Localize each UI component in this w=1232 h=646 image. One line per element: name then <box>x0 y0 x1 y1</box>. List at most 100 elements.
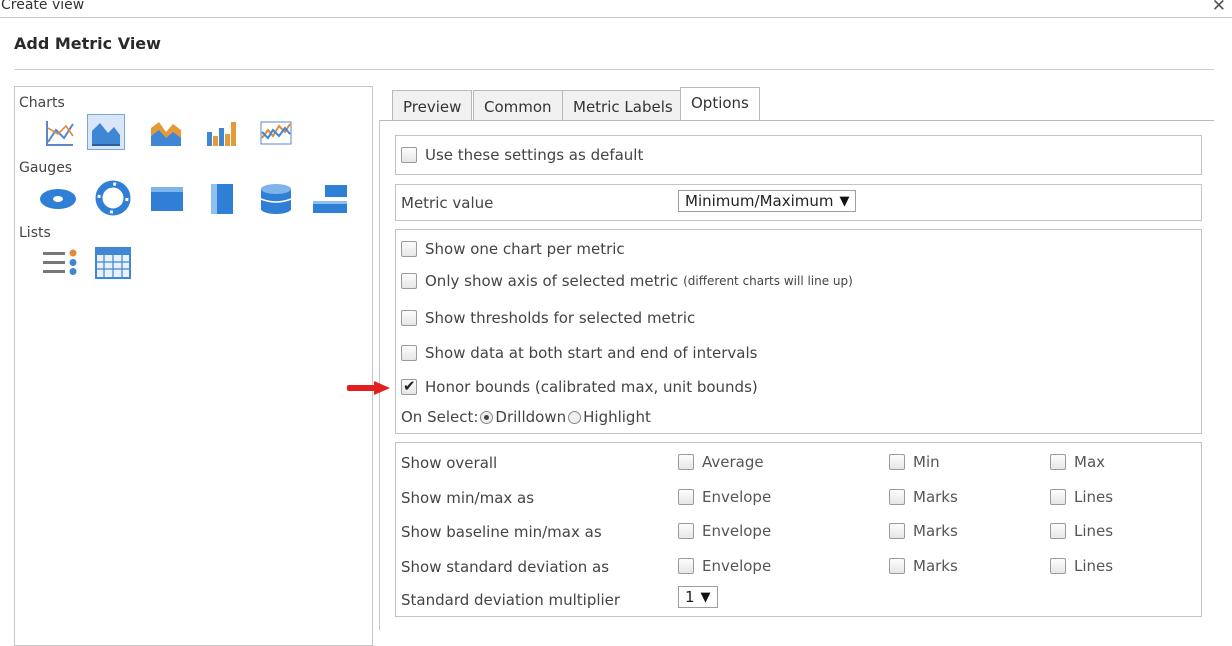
stddev-envelope-option[interactable]: Envelope <box>678 557 771 575</box>
start-end-intervals-checkbox[interactable] <box>401 345 417 361</box>
grid-row-label: Show overall <box>401 454 498 472</box>
ring-gauge-icon[interactable] <box>94 180 132 216</box>
baseline-lines-option[interactable]: Lines <box>1050 522 1113 540</box>
baseline-marks-checkbox[interactable] <box>889 523 905 539</box>
use-default-row[interactable]: Use these settings as default <box>401 146 643 164</box>
check-row[interactable]: Show one chart per metric <box>401 240 625 258</box>
close-icon[interactable]: ✕ <box>1212 0 1226 16</box>
max-checkbox[interactable] <box>1050 454 1066 470</box>
view-type-panel: Charts Gauges Lists <box>14 86 373 646</box>
check-note: (different charts will line up) <box>683 274 853 288</box>
thresholds-checkbox[interactable] <box>401 310 417 326</box>
default-settings-box: Use these settings as default <box>395 135 1202 175</box>
selected-axis-checkbox[interactable] <box>401 273 417 289</box>
option-label: Min <box>913 453 940 471</box>
option-label: Lines <box>1074 557 1114 575</box>
stddev-marks-option[interactable]: Marks <box>889 557 958 575</box>
charts-section-label: Charts <box>19 95 65 111</box>
average-checkbox[interactable] <box>678 454 694 470</box>
option-label: Envelope <box>702 557 772 575</box>
stddev-lines-checkbox[interactable] <box>1050 558 1066 574</box>
drilldown-label: Drilldown <box>495 408 567 426</box>
option-label: Marks <box>913 557 958 575</box>
dialog-heading: Add Metric View <box>14 34 161 53</box>
metric-value-box: Metric value Minimum/Maximum ▼ <box>395 184 1202 221</box>
max-option[interactable]: Max <box>1050 453 1105 471</box>
gauges-section-label: Gauges <box>19 160 73 176</box>
stddev-envelope-checkbox[interactable] <box>678 558 694 574</box>
table-icon[interactable] <box>94 245 132 281</box>
metric-value-select[interactable]: Minimum/Maximum ▼ <box>678 190 857 212</box>
check-label: Show thresholds for selected metric <box>425 309 696 327</box>
metric-value-selected: Minimum/Maximum <box>685 192 834 210</box>
cylinder-gauge-icon[interactable] <box>257 181 295 217</box>
dropdown-arrow-icon: ▼ <box>839 193 850 209</box>
option-label: Max <box>1074 453 1106 471</box>
baseline-marks-option[interactable]: Marks <box>889 522 958 540</box>
area-chart-icon[interactable] <box>87 114 125 150</box>
option-label: Marks <box>913 488 958 506</box>
one-chart-per-metric-checkbox[interactable] <box>401 241 417 257</box>
check-row[interactable]: Only show axis of selected metric (diffe… <box>401 272 853 290</box>
option-label: Lines <box>1074 488 1114 506</box>
baseline-envelope-checkbox[interactable] <box>678 523 694 539</box>
min-option[interactable]: Min <box>889 453 940 471</box>
on-select-label: On Select: <box>401 408 479 426</box>
heading-divider <box>14 69 1214 70</box>
vertical-gauge-icon[interactable] <box>203 181 241 217</box>
multi-line-chart-icon[interactable] <box>257 115 295 151</box>
statistics-options-box: Show overall Average Min Max Show min/ma… <box>395 442 1202 617</box>
baseline-envelope-option[interactable]: Envelope <box>678 522 771 540</box>
metric-value-label: Metric value <box>401 194 494 212</box>
tab-options[interactable]: Options <box>680 87 760 121</box>
minmax-marks-checkbox[interactable] <box>889 489 905 505</box>
grid-row-label: Show baseline min/max as <box>401 523 602 541</box>
check-label: Honor bounds (calibrated max, unit bound… <box>425 378 758 396</box>
stddev-lines-option[interactable]: Lines <box>1050 557 1113 575</box>
dropdown-arrow-icon: ▼ <box>700 589 711 605</box>
list-icon[interactable] <box>41 245 79 281</box>
check-row[interactable]: Honor bounds (calibrated max, unit bound… <box>401 377 758 396</box>
on-select-row: On Select: Drilldown Highlight <box>401 408 651 426</box>
minmax-envelope-option[interactable]: Envelope <box>678 488 771 506</box>
honor-bounds-checkbox[interactable] <box>401 377 417 395</box>
use-default-label: Use these settings as default <box>425 146 644 164</box>
option-label: Marks <box>913 522 958 540</box>
check-row[interactable]: Show data at both start and end of inter… <box>401 344 757 362</box>
grid-row-label: Show standard deviation as <box>401 558 610 576</box>
minmax-marks-option[interactable]: Marks <box>889 488 958 506</box>
lists-section-label: Lists <box>19 225 51 241</box>
line-chart-icon[interactable] <box>41 115 79 151</box>
window-titlebar: Create view ✕ <box>0 0 1232 18</box>
minmax-envelope-checkbox[interactable] <box>678 489 694 505</box>
oval-gauge-icon[interactable] <box>39 181 77 217</box>
baseline-lines-checkbox[interactable] <box>1050 523 1066 539</box>
average-option[interactable]: Average <box>678 453 764 471</box>
stacked-area-chart-icon[interactable] <box>147 115 185 151</box>
highlight-radio[interactable] <box>568 410 582 424</box>
highlight-label: Highlight <box>583 408 651 426</box>
bar-chart-icon[interactable] <box>202 115 240 151</box>
check-row[interactable]: Show thresholds for selected metric <box>401 309 695 327</box>
tab-common[interactable]: Common <box>473 90 563 121</box>
option-label: Envelope <box>702 488 772 506</box>
horizontal-gauge-icon[interactable] <box>148 181 186 217</box>
minmax-lines-option[interactable]: Lines <box>1050 488 1113 506</box>
option-label: Lines <box>1074 522 1114 540</box>
min-checkbox[interactable] <box>889 454 905 470</box>
std-multiplier-select[interactable]: 1 ▼ <box>678 586 718 608</box>
stddev-marks-checkbox[interactable] <box>889 558 905 574</box>
check-label: Only show axis of selected metric <box>425 272 679 290</box>
tab-underline <box>380 120 1214 121</box>
display-options-box: Show one chart per metric Only show axis… <box>395 229 1202 434</box>
window-title: Create view <box>1 0 85 13</box>
use-default-checkbox[interactable] <box>401 147 417 163</box>
drilldown-radio[interactable] <box>480 410 494 424</box>
grid-row-label: Show min/max as <box>401 489 535 507</box>
check-label: Show data at both start and end of inter… <box>425 344 758 362</box>
minmax-lines-checkbox[interactable] <box>1050 489 1066 505</box>
horizontal-bar-gauge-icon[interactable] <box>311 181 349 217</box>
tab-preview[interactable]: Preview <box>392 90 473 121</box>
check-label: Show one chart per metric <box>425 240 625 258</box>
tab-metric-labels[interactable]: Metric Labels <box>562 90 684 121</box>
